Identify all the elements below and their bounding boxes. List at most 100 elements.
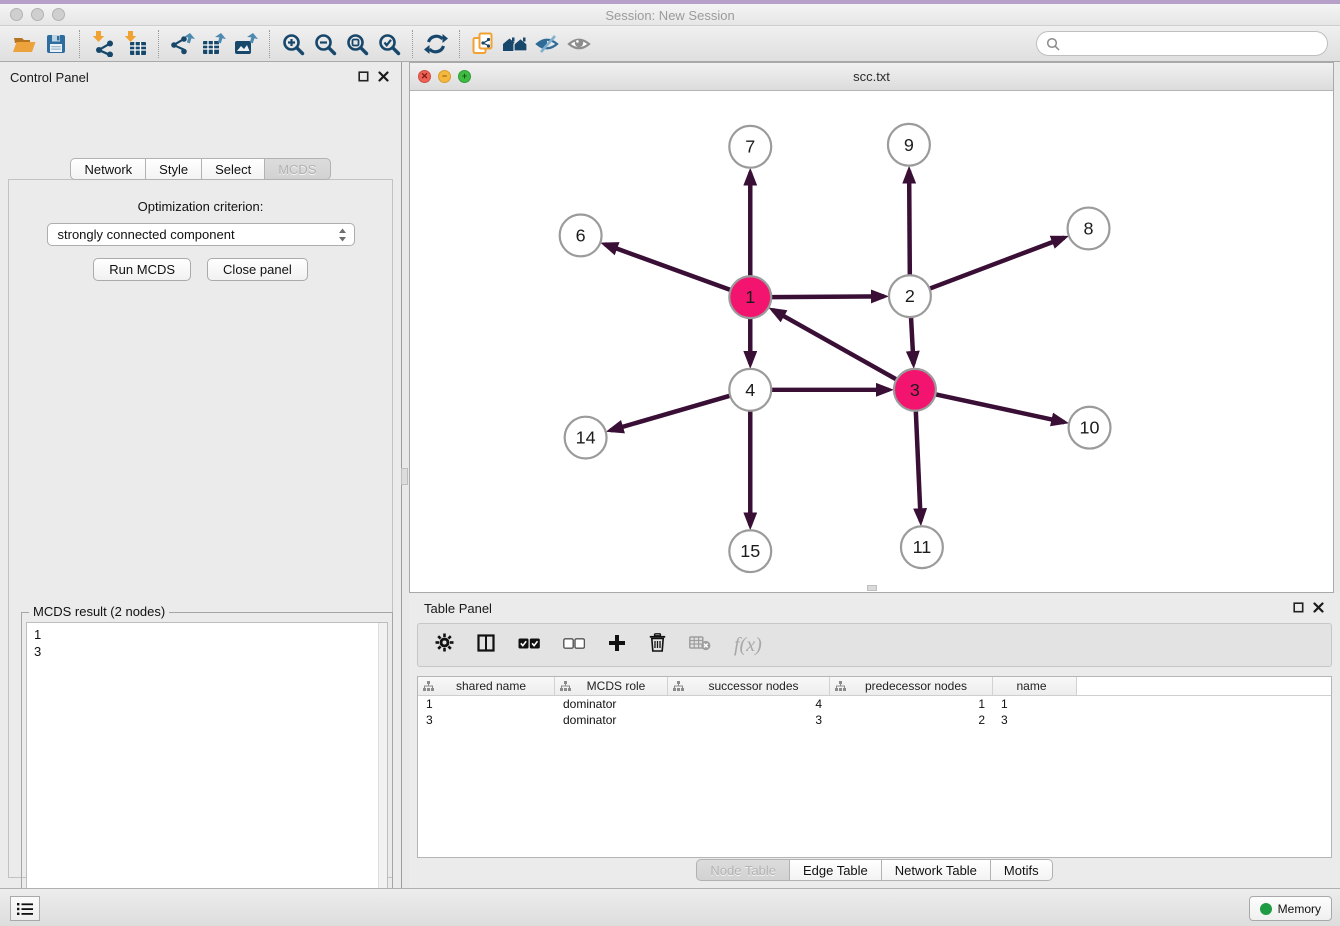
select-all-checkboxes-icon[interactable]	[518, 636, 540, 654]
search-input[interactable]	[1066, 36, 1327, 51]
column-header-successor-nodes[interactable]: successor nodes	[668, 677, 830, 695]
graph-node-label: 6	[576, 225, 586, 245]
show-all-networks-icon[interactable]	[499, 29, 531, 59]
clone-network-icon[interactable]	[467, 29, 499, 59]
zoom-out-icon[interactable]	[309, 29, 341, 59]
memory-status-icon	[1260, 903, 1272, 915]
graph-edge[interactable]	[911, 317, 913, 364]
graph-node[interactable]: 2	[889, 275, 931, 317]
tab-motifs[interactable]: Motifs	[990, 859, 1053, 881]
graph-node-label: 1	[745, 287, 755, 307]
zoom-in-icon[interactable]	[277, 29, 309, 59]
vertical-splitter-grip[interactable]	[401, 468, 408, 485]
node-table[interactable]: shared name MCDS role successor nodes pr…	[417, 676, 1332, 858]
mcds-result-fieldset: MCDS result (2 nodes) 1 3	[21, 612, 393, 926]
close-panel-icon[interactable]	[1313, 602, 1324, 613]
graph-node[interactable]: 15	[729, 530, 771, 572]
graph-edge[interactable]	[916, 411, 921, 522]
float-panel-icon[interactable]	[1293, 602, 1304, 613]
graph-node[interactable]: 1	[729, 276, 771, 318]
graph-edge[interactable]	[605, 244, 731, 290]
graph-edge[interactable]	[935, 394, 1064, 422]
session-title: Session: New Session	[0, 8, 1340, 23]
toolbar-separator	[158, 30, 159, 58]
graph-node[interactable]: 14	[565, 417, 607, 459]
graph-node-label: 14	[576, 428, 596, 448]
graph-node[interactable]: 8	[1068, 208, 1110, 250]
table-row[interactable]: 3 dominator 3 2 3	[418, 712, 1331, 728]
column-header-name[interactable]: name	[993, 677, 1077, 695]
delete-columns-icon[interactable]	[649, 633, 666, 657]
toolbar-separator	[269, 30, 270, 58]
close-panel-icon[interactable]	[378, 71, 389, 82]
graph-node[interactable]: 9	[888, 124, 930, 166]
float-panel-icon[interactable]	[358, 71, 369, 82]
network-window-titlebar[interactable]: ✕ − + scc.txt	[410, 63, 1333, 91]
network-canvas[interactable]: 1 2 3 4 6 7 8 9 10 11 14 15	[410, 91, 1333, 592]
deselect-all-checkboxes-icon[interactable]	[563, 636, 585, 654]
show-graphics-details-icon[interactable]	[563, 29, 595, 59]
close-panel-button[interactable]: Close panel	[207, 258, 308, 281]
criterion-value: strongly connected component	[58, 227, 235, 242]
export-table-icon[interactable]	[198, 29, 230, 59]
graph-node[interactable]: 10	[1069, 407, 1111, 449]
graph-edge[interactable]	[611, 396, 731, 431]
search-field[interactable]	[1036, 31, 1328, 56]
import-table-icon[interactable]	[119, 29, 151, 59]
graph-edge[interactable]	[773, 310, 897, 380]
graph-node-label: 8	[1084, 218, 1094, 238]
graph-node[interactable]: 11	[901, 526, 943, 568]
memory-button[interactable]: Memory	[1249, 896, 1332, 921]
graph-node-label: 2	[905, 286, 915, 306]
refresh-view-icon[interactable]	[420, 29, 452, 59]
tab-edge-table[interactable]: Edge Table	[789, 859, 882, 881]
tab-mcds[interactable]: MCDS	[264, 158, 330, 180]
network-canvas-svg: 1 2 3 4 6 7 8 9 10 11 14 15	[410, 91, 1333, 592]
export-image-icon[interactable]	[230, 29, 262, 59]
mcds-result-list[interactable]: 1 3	[26, 622, 388, 926]
tab-network[interactable]: Network	[70, 158, 146, 180]
column-type-icon	[560, 681, 571, 691]
column-header-mcds-role[interactable]: MCDS role	[555, 677, 668, 695]
table-panel: Table Panel	[409, 593, 1340, 888]
tab-node-table[interactable]: Node Table	[696, 859, 790, 881]
graph-node[interactable]: 4	[729, 369, 771, 411]
control-panel-title: Control Panel	[10, 70, 89, 85]
graph-node-label: 3	[910, 380, 920, 400]
result-scrollbar[interactable]	[378, 623, 387, 926]
graph-edge[interactable]	[909, 171, 910, 276]
tab-style[interactable]: Style	[145, 158, 202, 180]
graph-node[interactable]: 7	[729, 126, 771, 168]
tab-select[interactable]: Select	[201, 158, 265, 180]
save-session-icon[interactable]	[40, 29, 72, 59]
column-header-predecessor-nodes[interactable]: predecessor nodes	[830, 677, 993, 695]
show-column-icon[interactable]	[477, 634, 495, 657]
search-icon	[1046, 37, 1060, 51]
export-network-icon[interactable]	[166, 29, 198, 59]
status-bar: Memory	[0, 888, 1340, 926]
horizontal-splitter-grip[interactable]	[867, 585, 877, 591]
create-new-column-icon[interactable]	[608, 634, 626, 657]
graph-node[interactable]: 6	[560, 215, 602, 257]
graph-node[interactable]: 3	[894, 369, 936, 411]
zoom-selected-icon[interactable]	[373, 29, 405, 59]
toolbar-separator	[79, 30, 80, 58]
hide-graphics-details-icon[interactable]	[531, 29, 563, 59]
open-session-icon[interactable]	[8, 29, 40, 59]
table-toolbar: f(x)	[417, 623, 1332, 667]
column-header-shared-name[interactable]: shared name	[418, 677, 555, 695]
network-title: scc.txt	[410, 69, 1333, 84]
graph-edge[interactable]	[929, 238, 1064, 289]
graph-node-label: 15	[740, 541, 760, 561]
tab-network-table[interactable]: Network Table	[881, 859, 991, 881]
table-row[interactable]: 1 dominator 4 1 1	[418, 696, 1331, 712]
task-history-button[interactable]	[10, 896, 40, 921]
run-mcds-button[interactable]: Run MCDS	[93, 258, 191, 281]
graph-edge[interactable]	[771, 296, 884, 297]
zoom-fit-icon[interactable]	[341, 29, 373, 59]
function-builder-icon-disabled: f(x)	[734, 634, 762, 657]
import-network-icon[interactable]	[87, 29, 119, 59]
table-settings-gear-icon[interactable]	[435, 633, 454, 657]
criterion-select[interactable]: strongly connected component	[47, 223, 355, 246]
column-type-icon	[423, 681, 434, 691]
